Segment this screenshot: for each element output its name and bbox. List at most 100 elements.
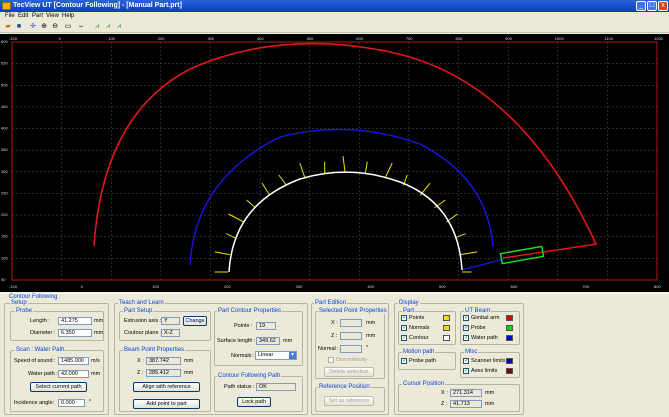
axis-ticks: -100 0 100 200 300 400 500 600 700 800 900 1000 1100… (1, 36, 664, 289)
path-icon-2[interactable]: ⩘ (103, 22, 113, 32)
top-tick-label: 0 (59, 36, 62, 41)
probe-path (189, 128, 494, 266)
scanner-limits-color-swatch[interactable] (506, 358, 513, 364)
normals-value: Linear (258, 352, 274, 358)
surface-unit: mm (283, 338, 293, 344)
incidence-input[interactable]: 0.000 (58, 399, 85, 407)
scanner-limits-checkbox[interactable]: ✓ (463, 358, 469, 364)
menu-help[interactable]: Help (59, 12, 77, 21)
left-tick-label: 500 (1, 82, 8, 87)
gimbal-arm-label: Gimbal arm (471, 315, 500, 321)
left-tick-label: 250 (1, 190, 8, 195)
top-tick-label: 300 (207, 36, 214, 41)
zoom-out-icon[interactable]: ⊖ (50, 22, 60, 32)
contour-viewport[interactable]: -100 0 100 200 300 400 500 600 700 800 900 1000 1100… (0, 34, 669, 292)
cursor-x-field: 271.314 (450, 389, 482, 397)
crosshair-icon[interactable]: ✛ (28, 22, 38, 32)
set-as-reference-button[interactable]: Set as reference (324, 396, 374, 406)
diameter-unit: mm (94, 330, 104, 336)
axes-limits-color-swatch[interactable] (506, 368, 513, 374)
sel-z-unit: mm (366, 333, 376, 339)
cursor-z-unit: mm (485, 401, 495, 407)
top-tick-label: -100 (9, 36, 18, 41)
discontinuity-label: Discontinuity (336, 357, 368, 363)
viewport-canvas[interactable]: -100 0 100 200 300 400 500 600 700 800 900 1000 1100… (0, 34, 669, 292)
top-tick-label: 800 (456, 36, 463, 41)
normal-line (299, 162, 306, 179)
menu-bar: File Edit Part View Help (0, 12, 669, 21)
delete-selection-button[interactable]: Delete selection (324, 367, 374, 377)
probe-path-label: Probe path (409, 358, 436, 364)
normal-line (364, 161, 368, 174)
title-bar: TecView UT [Contour Following] - [Manual… (0, 0, 669, 12)
chevron-down-icon[interactable]: ▼ (289, 352, 296, 359)
align-with-reference-button[interactable]: Align with reference (133, 382, 200, 392)
normals-checkbox[interactable]: ✓ (401, 325, 407, 331)
probe-checkbox[interactable]: ✓ (463, 325, 469, 331)
close-button[interactable]: x (658, 1, 668, 11)
contour-checkbox[interactable]: ✓ (401, 335, 407, 341)
left-tick-label: 50 (1, 277, 6, 282)
teach-title: Teach and Learn (118, 300, 165, 306)
water-input[interactable]: 42.000 (58, 370, 89, 378)
contour-display-label: Contour (409, 335, 429, 341)
left-tick-label: 100 (1, 255, 8, 260)
water-path-checkbox[interactable]: ✓ (463, 335, 469, 341)
diameter-input[interactable]: 6.350 (58, 329, 92, 337)
save-icon[interactable]: ■ (14, 22, 24, 32)
discontinuity-checkbox[interactable] (328, 357, 334, 363)
axes-limits-checkbox[interactable]: ✓ (463, 368, 469, 374)
add-point-button[interactable]: Add point to part (133, 399, 200, 409)
sel-x-label: X : (331, 320, 338, 326)
normals-color-swatch[interactable] (443, 325, 450, 331)
plane-label: Coutour plane : (124, 330, 162, 336)
cursor-x-unit: mm (485, 390, 495, 396)
zoom-in-icon[interactable]: ⊕ (39, 22, 49, 32)
maximize-button[interactable]: □ (647, 1, 657, 11)
points-field: 19 (256, 322, 276, 330)
normal-line (460, 251, 478, 256)
speed-unit: m/s (91, 358, 100, 364)
part-contour-title: Part Contour Properties (217, 308, 283, 314)
length-input[interactable]: 41.275 (58, 317, 92, 325)
normal-line (226, 233, 236, 239)
bottom-tick-label: 800 (654, 284, 661, 289)
reference-position-title: Reference Position (318, 384, 371, 390)
left-tick-label: 600 (1, 39, 8, 44)
contour-color-swatch[interactable] (443, 335, 450, 341)
scanner-limits-label: Scanner limits (471, 358, 506, 364)
probe-path-checkbox[interactable]: ✓ (401, 358, 407, 364)
cf-path-title: Contour Following Path (217, 373, 282, 379)
sel-z-field (340, 332, 362, 340)
open-icon[interactable]: ▰ (3, 22, 13, 32)
select-current-path-button[interactable]: Select current path (30, 382, 87, 392)
cursor-z-label: Z : (441, 401, 448, 407)
beam-x-field: 387.742 (146, 357, 181, 365)
minimize-button[interactable]: _ (636, 1, 646, 11)
surface-label: Surface length : (217, 338, 256, 344)
measure-icon[interactable]: ⇿ (76, 22, 86, 32)
points-color-swatch[interactable] (443, 315, 450, 321)
bottom-tick-label: 400 (367, 284, 374, 289)
gimbal-arm-checkbox[interactable]: ✓ (463, 315, 469, 321)
left-tick-label: 150 (1, 234, 8, 239)
speed-input[interactable]: 1485.000 (58, 357, 89, 365)
bottom-tick-label: 300 (296, 284, 303, 289)
gimbal-arm-color-swatch[interactable] (506, 315, 513, 321)
path-icon-1[interactable]: ⩘ (92, 22, 102, 32)
left-tick-label: 200 (1, 212, 8, 217)
speed-label: Speed of sound : (14, 358, 56, 364)
probe-color-swatch[interactable] (506, 325, 513, 331)
selected-point-title: Selected Point Properties (318, 308, 388, 314)
length-label: Length : (30, 318, 50, 324)
left-tick-label: 550 (1, 61, 8, 66)
water-path-color-swatch[interactable] (506, 335, 513, 341)
water-unit: mm (91, 371, 101, 377)
path-icon-3[interactable]: ⩘ (114, 22, 124, 32)
zoom-fit-icon[interactable]: ▭ (63, 22, 73, 32)
cursor-z-field: 41.713 (450, 400, 482, 408)
change-button[interactable]: Change (183, 316, 207, 326)
lock-path-button[interactable]: Lock path (237, 397, 271, 407)
left-tick-label: 450 (1, 104, 8, 109)
points-checkbox[interactable]: ✓ (401, 315, 407, 321)
